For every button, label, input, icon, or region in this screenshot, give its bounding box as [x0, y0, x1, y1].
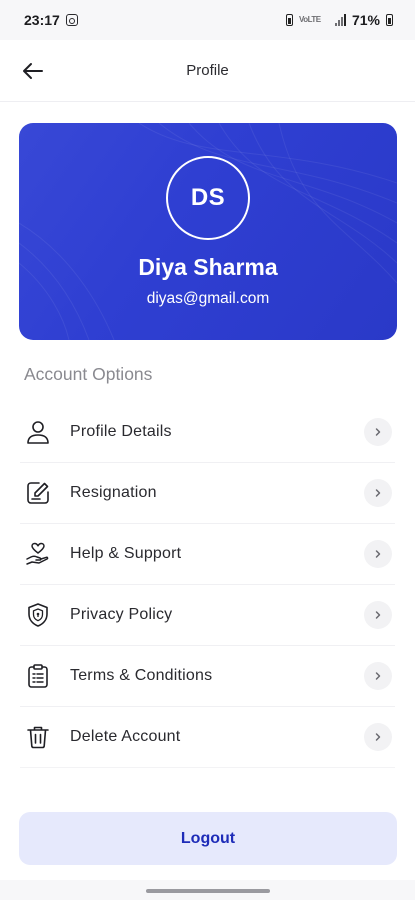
- network-type: VoLTE: [299, 13, 329, 27]
- option-label: Delete Account: [70, 728, 181, 745]
- arrow-left-icon: [23, 63, 43, 79]
- battery-saver-icon: [285, 14, 293, 26]
- user-email: diyas@gmail.com: [146, 290, 270, 307]
- status-right: VoLTE 71%: [285, 12, 393, 28]
- signal-icon: [334, 14, 346, 26]
- option-label: Help & Support: [70, 545, 182, 562]
- option-label: Terms & Conditions: [70, 667, 213, 684]
- option-profile-details[interactable]: Profile Details: [20, 402, 395, 463]
- back-button[interactable]: [20, 58, 46, 84]
- user-name: Diya Sharma: [138, 254, 278, 280]
- option-delete-account[interactable]: Delete Account: [20, 707, 395, 768]
- account-options-list: Profile Details Resignation Help & Suppo…: [20, 402, 395, 768]
- battery-icon: [386, 14, 393, 26]
- option-resignation[interactable]: Resignation: [20, 463, 395, 524]
- option-privacy-policy[interactable]: Privacy Policy: [20, 585, 395, 646]
- logout-button[interactable]: Logout: [19, 812, 397, 865]
- option-label: Privacy Policy: [70, 606, 173, 623]
- chevron-right-icon[interactable]: [364, 479, 392, 507]
- edit-document-icon: [20, 480, 56, 506]
- section-title: Account Options: [24, 364, 153, 384]
- chevron-right-icon[interactable]: [364, 723, 392, 751]
- shield-icon: [20, 602, 56, 628]
- page-title: Profile: [186, 62, 229, 79]
- network-signal-icon: VoLTE: [299, 15, 322, 24]
- option-terms-conditions[interactable]: Terms & Conditions: [20, 646, 395, 707]
- avatar-initials: DS: [190, 184, 226, 211]
- chevron-right-icon[interactable]: [364, 540, 392, 568]
- chevron-right-icon[interactable]: [364, 418, 392, 446]
- profile-card: DS Diya Sharma diyas@gmail.com: [19, 123, 397, 340]
- user-icon: [20, 419, 56, 445]
- battery-percentage: 71%: [351, 12, 380, 28]
- instagram-notification-icon: [65, 14, 78, 26]
- chevron-right-icon[interactable]: [364, 601, 392, 629]
- status-left: 23:17: [24, 12, 78, 28]
- avatar: DS: [166, 156, 250, 240]
- clipboard-icon: [20, 663, 56, 689]
- home-indicator[interactable]: [146, 889, 270, 893]
- network-label: VoLTE: [299, 15, 322, 24]
- status-time: 23:17: [24, 12, 60, 28]
- trash-icon: [20, 724, 56, 750]
- status-bar: 23:17 VoLTE 71%: [0, 0, 415, 40]
- chevron-right-icon[interactable]: [364, 662, 392, 690]
- option-label: Resignation: [70, 484, 157, 501]
- option-help-support[interactable]: Help & Support: [20, 524, 395, 585]
- hand-heart-icon: [20, 541, 56, 567]
- app-header: Profile: [0, 40, 415, 102]
- option-label: Profile Details: [70, 423, 172, 440]
